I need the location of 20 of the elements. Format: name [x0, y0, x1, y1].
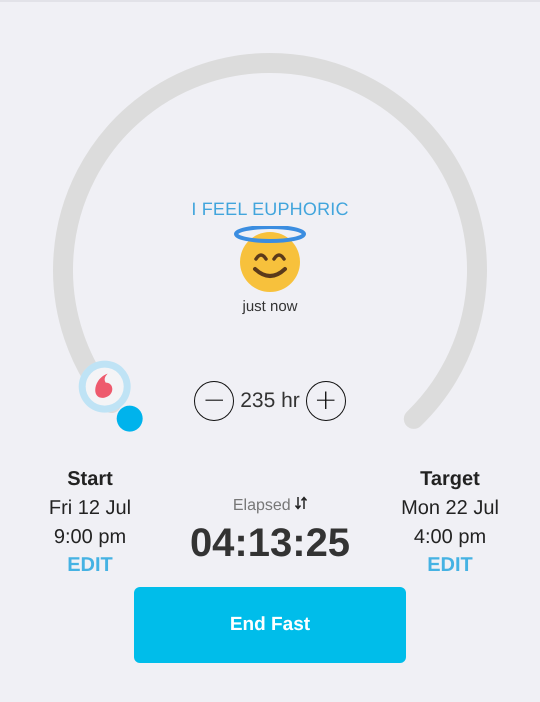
mood-label: I FEEL EUPHORIC	[191, 199, 349, 220]
increase-button[interactable]: +	[306, 381, 346, 421]
start-time: 9:00 pm	[54, 526, 126, 549]
target-time: 4:00 pm	[414, 526, 486, 549]
target-date: Mon 22 Jul	[401, 497, 499, 520]
target-title: Target	[420, 468, 480, 491]
elapsed-label[interactable]: Elapsed	[232, 496, 308, 515]
duration-value: 235 hr	[240, 389, 300, 413]
decrease-button[interactable]: −	[194, 381, 234, 421]
start-title: Start	[67, 468, 113, 491]
start-marker-icon[interactable]	[78, 360, 131, 413]
edit-start-link[interactable]: EDIT	[67, 554, 113, 577]
mood-time: just now	[242, 298, 298, 315]
elapsed-timer: 04:13:25	[190, 521, 350, 566]
swap-icon[interactable]	[295, 496, 308, 510]
end-fast-button[interactable]: End Fast	[134, 587, 406, 663]
start-date: Fri 12 Jul	[48, 497, 132, 520]
edit-target-link[interactable]: EDIT	[427, 554, 473, 577]
progress-dot[interactable]	[116, 406, 143, 432]
halo-smiley-icon	[231, 226, 309, 294]
